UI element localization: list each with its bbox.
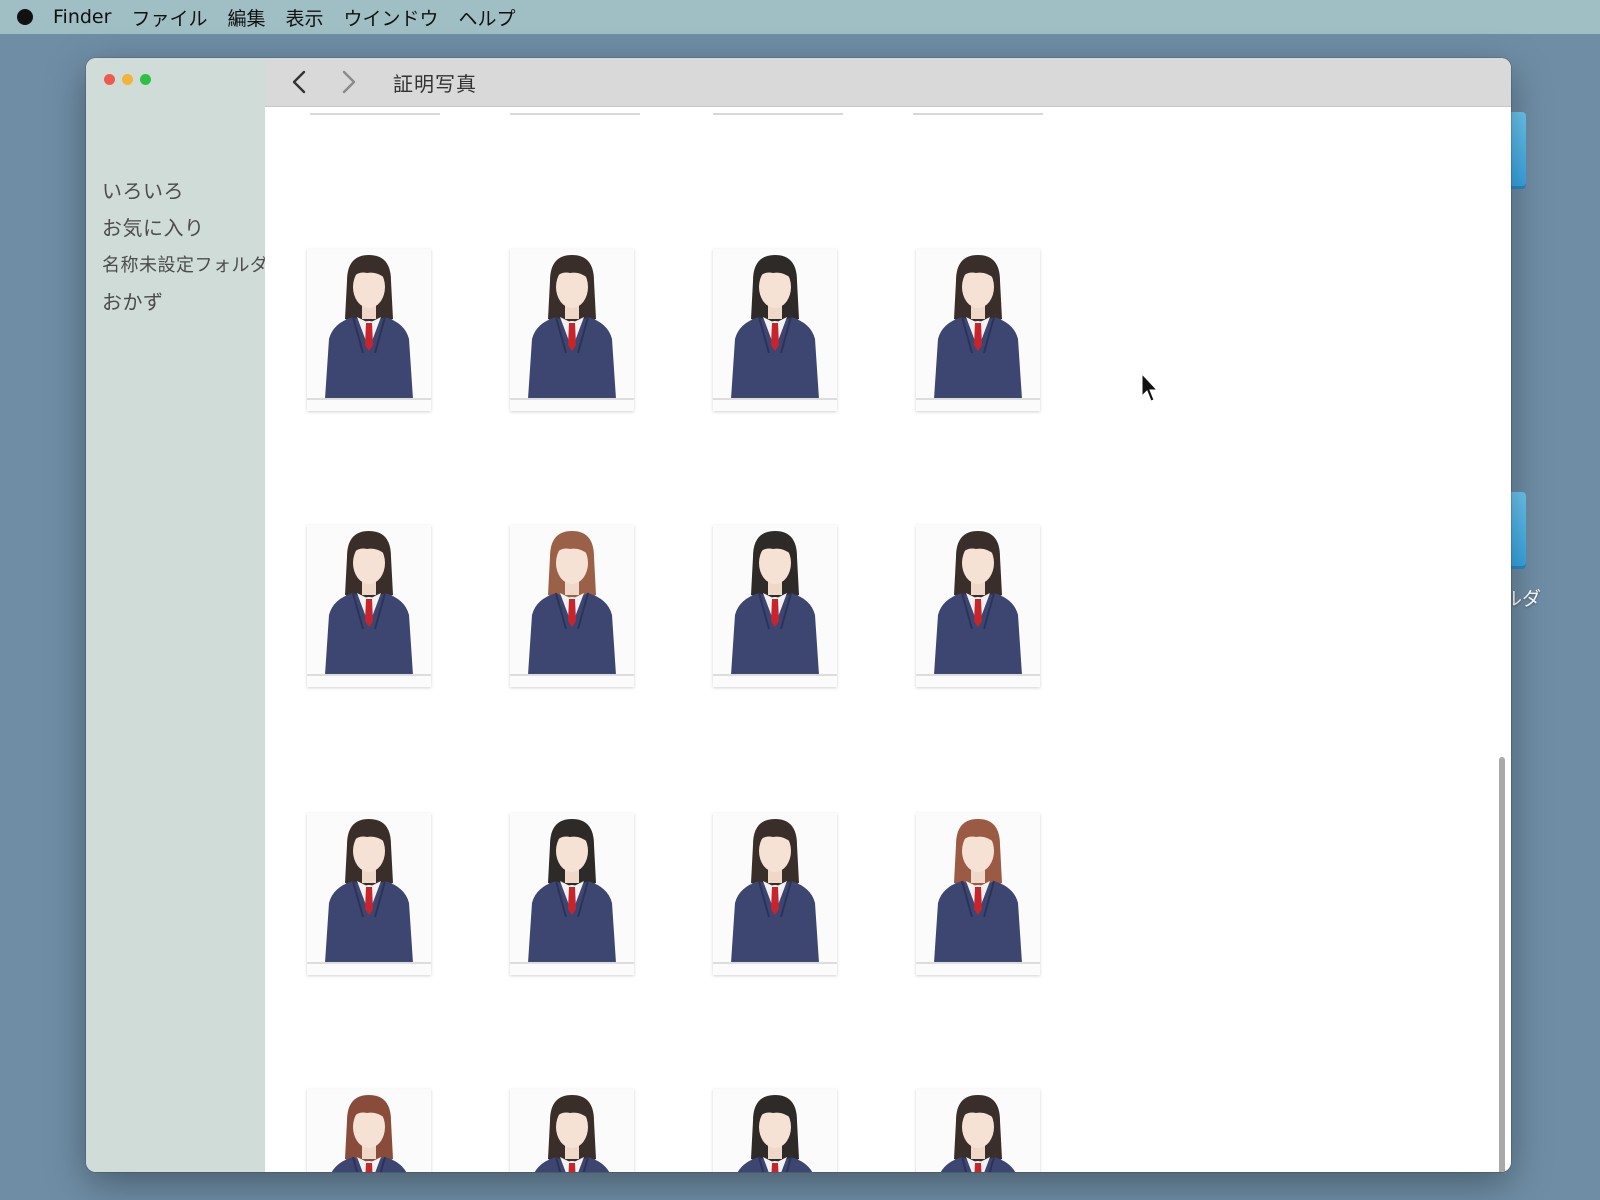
photo-thumbnail[interactable] [307,249,431,411]
menu-view[interactable]: 表示 [285,4,323,31]
window-title: 証明写真 [393,71,477,96]
sidebar-item-iroiro[interactable]: いろいろ [102,173,269,210]
sidebar: いろいろ お気に入り 名称未設定フォルダ おかず [86,58,268,1172]
partial-photo-row [913,107,1043,115]
apple-menu-icon[interactable] [17,9,33,25]
photo-thumbnail[interactable] [916,1089,1040,1172]
zoom-button[interactable] [140,74,151,85]
menu-finder[interactable]: Finder [53,6,111,28]
photo-thumbnail[interactable] [510,525,634,687]
vertical-scrollbar[interactable] [1499,757,1505,1172]
photo-thumbnail[interactable] [307,813,431,975]
toolbar: 証明写真 [265,58,1511,107]
sidebar-list: いろいろ お気に入り 名称未設定フォルダ おかず [102,173,269,321]
photo-thumbnail[interactable] [307,1089,431,1172]
window-controls [104,74,151,85]
forward-button[interactable] [329,62,369,102]
menu-edit[interactable]: 編集 [227,4,265,31]
sidebar-item-okazu[interactable]: おかず [102,284,269,321]
finder-window: いろいろ お気に入り 名称未設定フォルダ おかず 証明写真 [86,58,1511,1172]
photo-thumbnail[interactable] [916,249,1040,411]
photo-thumbnail[interactable] [510,813,634,975]
photo-thumbnail[interactable] [510,249,634,411]
partial-photo-row [510,107,640,115]
menu-window[interactable]: ウインドウ [343,4,438,31]
minimize-button[interactable] [122,74,133,85]
menu-bar: Finder ファイル 編集 表示 ウインドウ ヘルプ [0,0,1600,34]
chevron-left-icon [292,70,306,94]
sidebar-item-favorites[interactable]: お気に入り [102,210,269,247]
photo-thumbnail[interactable] [713,813,837,975]
sidebar-item-untitled-folder[interactable]: 名称未設定フォルダ [102,247,269,284]
photo-thumbnail[interactable] [916,813,1040,975]
mouse-cursor-icon [1141,373,1159,402]
menu-file[interactable]: ファイル [131,4,207,31]
photo-thumbnail[interactable] [510,1089,634,1172]
photo-thumbnail[interactable] [916,525,1040,687]
photo-thumbnail[interactable] [307,525,431,687]
close-button[interactable] [104,74,115,85]
partial-photo-row [713,107,843,115]
file-grid [265,107,1511,1172]
photo-thumbnail[interactable] [713,1089,837,1172]
menu-help[interactable]: ヘルプ [459,4,516,31]
back-button[interactable] [279,62,319,102]
photo-thumbnail[interactable] [713,525,837,687]
chevron-right-icon [342,70,356,94]
partial-photo-row [310,107,440,115]
photo-thumbnail[interactable] [713,249,837,411]
